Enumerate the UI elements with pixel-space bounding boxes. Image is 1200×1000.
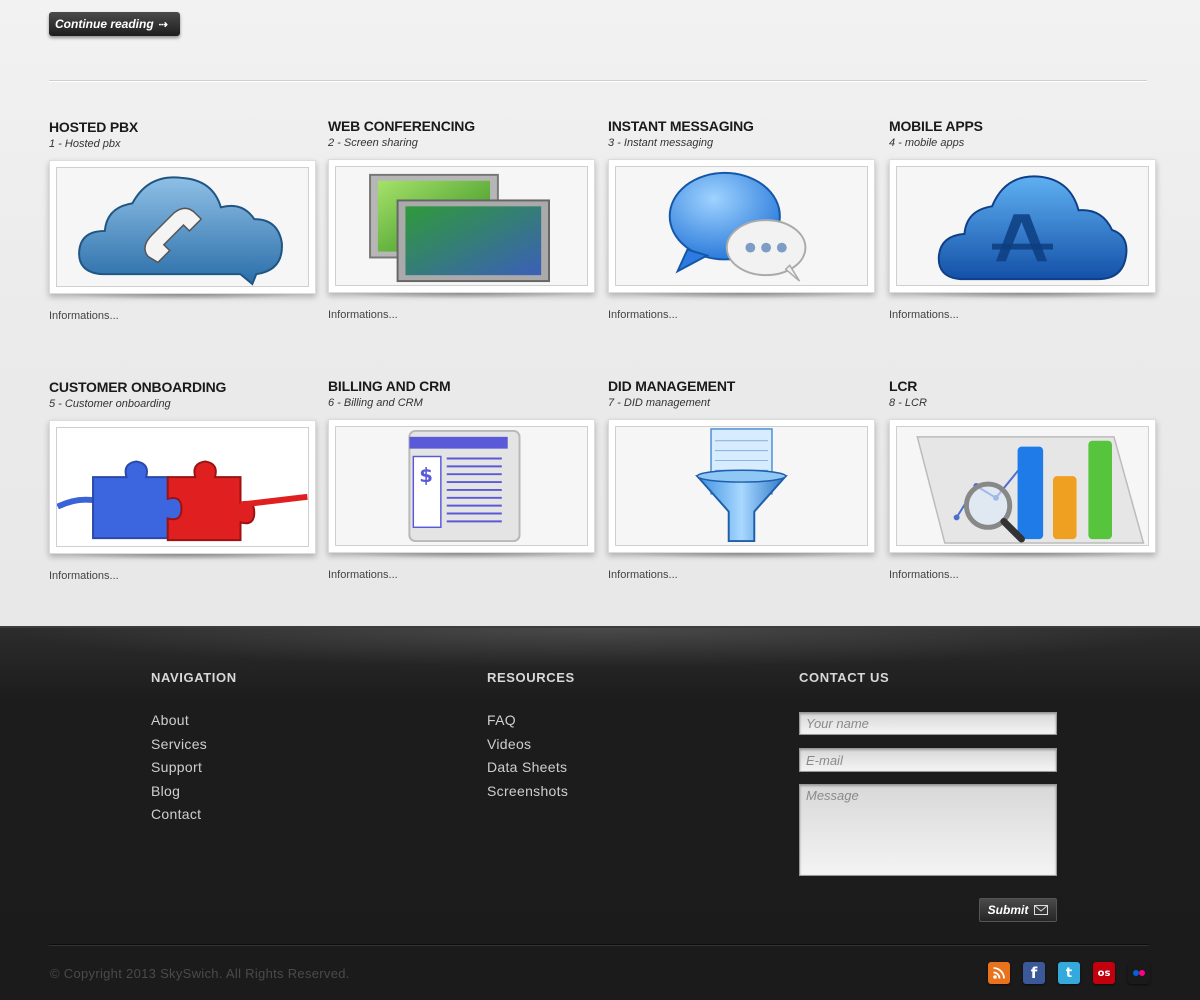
card-title: LCR [889,378,918,394]
footer-link-services[interactable]: Services [151,733,237,757]
service-card-instant-messaging: INSTANT MESSAGING 3 - Instant messaging [608,117,876,321]
submit-label: Submit [987,903,1029,917]
card-subtitle: 6 - Billing and CRM [328,397,423,409]
card-info-link[interactable]: Informations... [889,309,1157,321]
card-image-frame[interactable] [608,159,875,293]
card-subtitle: 5 - Customer onboarding [49,398,171,410]
card-subtitle: 1 - Hosted pbx [49,138,121,150]
section-divider [49,80,1147,81]
bar-chart-magnifier-icon [916,436,1145,544]
card-subtitle: 2 - Screen sharing [328,137,418,149]
card-image-frame[interactable] [608,419,875,553]
lastfm-icon[interactable]: os [1093,962,1115,984]
card-image-frame[interactable] [49,160,316,294]
card-title: INSTANT MESSAGING [608,118,754,134]
card-image-frame[interactable] [889,419,1156,553]
cloud-phone-icon [78,176,283,286]
footer-link-about[interactable]: About [151,709,237,733]
footer-link-faq[interactable]: FAQ [487,709,575,733]
footer-link-contact[interactable]: Contact [151,803,237,827]
copyright-text: © Copyright 2013 SkySwich. All Rights Re… [50,966,350,981]
card-title: MOBILE APPS [889,118,983,134]
footer-resources: RESOURCES FAQ Videos Data Sheets Screens… [487,670,575,803]
footer-navigation: NAVIGATION About Services Support Blog C… [151,670,237,827]
card-info-link[interactable]: Informations... [328,309,596,321]
footer-divider [49,944,1149,945]
service-card-did-management: DID MANAGEMENT 7 - DID management Inform… [608,377,876,581]
card-info-link[interactable]: Informations... [49,310,317,322]
screens-icon [369,173,550,283]
card-info-link[interactable]: Informations... [608,309,876,321]
footer-link-data-sheets[interactable]: Data Sheets [487,756,575,780]
card-image-frame[interactable]: $ [328,419,595,553]
card-subtitle: 3 - Instant messaging [608,137,714,149]
service-card-billing-crm: BILLING AND CRM 6 - Billing and CRM $ In… [328,377,596,581]
footer-contact: CONTACT US [799,670,889,685]
card-info-link[interactable]: Informations... [889,569,1157,581]
footer-link-support[interactable]: Support [151,756,237,780]
card-info-link[interactable]: Informations... [608,569,876,581]
facebook-icon[interactable]: f [1023,962,1045,984]
svg-text:$: $ [419,464,433,487]
card-info-link[interactable]: Informations... [49,570,317,582]
arrow-right-icon: ⇢ [158,18,168,31]
invoice-icon: $ [408,429,521,543]
card-image-frame[interactable] [328,159,595,293]
message-textarea[interactable] [799,784,1057,876]
footer-link-blog[interactable]: Blog [151,780,237,804]
footer-heading: NAVIGATION [151,670,237,685]
continue-reading-button[interactable]: Continue reading ⇢ [49,12,180,36]
card-title: HOSTED PBX [49,119,139,135]
services-section: Continue reading ⇢ HOSTED PBX 1 - Hosted… [0,0,1200,626]
card-info-link[interactable]: Informations... [328,569,596,581]
service-card-customer-onboarding: CUSTOMER ONBOARDING 5 - Customer onboard… [49,378,317,582]
card-subtitle: 7 - DID management [608,397,711,409]
footer-link-videos[interactable]: Videos [487,733,575,757]
footer: NAVIGATION About Services Support Blog C… [0,626,1200,1000]
submit-button[interactable]: Submit [979,898,1057,922]
card-title: WEB CONFERENCING [328,118,475,134]
service-card-hosted-pbx: HOSTED PBX 1 - Hosted pbx Informations..… [49,118,317,322]
envelope-icon [1034,905,1049,915]
card-image-frame[interactable] [889,159,1156,293]
service-card-mobile-apps: MOBILE APPS 4 - mobile apps Informations… [889,117,1157,321]
twitter-icon[interactable]: t [1058,962,1080,984]
service-card-web-conferencing: WEB CONFERENCING 2 - Screen sharing Info… [328,117,596,321]
flickr-icon[interactable] [1128,962,1150,984]
service-card-lcr: LCR 8 - LCR Informations... [889,377,1157,581]
card-title: DID MANAGEMENT [608,378,736,394]
card-image-frame[interactable] [49,420,316,554]
rss-icon[interactable] [988,962,1010,984]
email-input[interactable] [799,748,1057,772]
card-subtitle: 4 - mobile apps [889,137,965,149]
footer-heading: RESOURCES [487,670,575,685]
cloud-appstore-icon [937,175,1128,281]
card-title: CUSTOMER ONBOARDING [49,379,227,395]
card-subtitle: 8 - LCR [889,397,927,409]
card-title: BILLING AND CRM [328,378,451,394]
continue-reading-label: Continue reading [55,17,154,31]
footer-link-screenshots[interactable]: Screenshots [487,780,575,804]
chat-bubbles-icon [668,171,807,282]
puzzle-icon [57,460,308,542]
funnel-report-icon [695,428,788,543]
footer-heading: CONTACT US [799,670,890,685]
name-input[interactable] [799,712,1057,735]
